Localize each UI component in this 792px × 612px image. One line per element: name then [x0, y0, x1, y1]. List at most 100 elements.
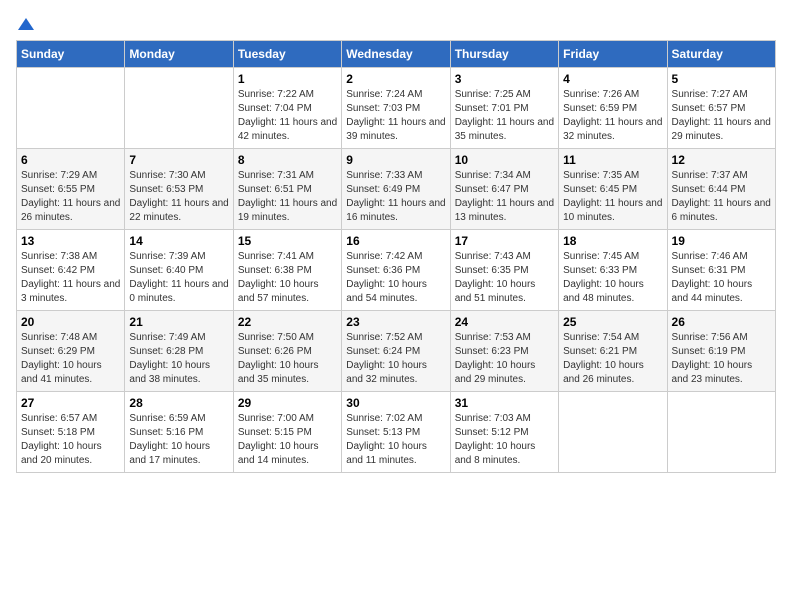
calendar-cell: 26 Sunrise: 7:56 AMSunset: 6:19 PMDayligh…: [667, 311, 775, 392]
week-row-2: 6Sunrise: 7:29 AMSunset: 6:55 PMDaylight…: [17, 149, 776, 230]
calendar-cell: 4 Sunrise: 7:26 AMSunset: 6:59 PMDaylight…: [559, 68, 667, 149]
day-number: 11: [563, 153, 662, 167]
day-number: 2: [346, 72, 445, 86]
calendar-cell: 6Sunrise: 7:29 AMSunset: 6:55 PMDaylight…: [17, 149, 125, 230]
calendar-cell: 15Sunrise: 7:41 AMSunset: 6:38 PMDayligh…: [233, 230, 341, 311]
calendar-cell: 11 Sunrise: 7:35 AMSunset: 6:45 PMDayligh…: [559, 149, 667, 230]
day-info: Sunrise: 7:42 AMSunset: 6:36 PMDaylight:…: [346, 250, 445, 306]
day-info: Sunrise: 7:39 AMSunset: 6:40 PMDaylight:…: [129, 250, 228, 306]
day-info: Sunrise: 7:27 AMSunset: 6:57 PMDaylight:…: [672, 88, 771, 144]
calendar-cell: 19 Sunrise: 7:46 AMSunset: 6:31 PMDayligh…: [667, 230, 775, 311]
calendar-cell: 22 Sunrise: 7:50 AMSunset: 6:26 PMDayligh…: [233, 311, 341, 392]
calendar-cell: 10 Sunrise: 7:34 AMSunset: 6:47 PMDayligh…: [450, 149, 558, 230]
day-number: 20: [21, 315, 120, 329]
day-info: Sunrise: 6:59 AMSunset: 5:16 PMDaylight:…: [129, 412, 228, 468]
day-info: Sunrise: 7:56 AMSunset: 6:19 PMDaylight:…: [672, 331, 771, 387]
day-number: 1: [238, 72, 337, 86]
day-number: 8: [238, 153, 337, 167]
day-number: 9: [346, 153, 445, 167]
day-number: 3: [455, 72, 554, 86]
week-row-1: 1 Sunrise: 7:22 AMSunset: 7:04 PMDaylight…: [17, 68, 776, 149]
day-info: Sunrise: 7:37 AMSunset: 6:44 PMDaylight:…: [672, 169, 771, 225]
day-info: Sunrise: 7:50 AMSunset: 6:26 PMDaylight:…: [238, 331, 337, 387]
day-number: 28: [129, 396, 228, 410]
calendar-cell: 9 Sunrise: 7:33 AMSunset: 6:49 PMDaylight…: [342, 149, 450, 230]
calendar-cell: 7 Sunrise: 7:30 AMSunset: 6:53 PMDaylight…: [125, 149, 233, 230]
calendar-cell: 30Sunrise: 7:02 AMSunset: 5:13 PMDayligh…: [342, 392, 450, 473]
week-row-3: 13 Sunrise: 7:38 AMSunset: 6:42 PMDayligh…: [17, 230, 776, 311]
calendar-cell: 20 Sunrise: 7:48 AMSunset: 6:29 PMDayligh…: [17, 311, 125, 392]
day-number: 4: [563, 72, 662, 86]
calendar-cell: [559, 392, 667, 473]
calendar-cell: 13 Sunrise: 7:38 AMSunset: 6:42 PMDayligh…: [17, 230, 125, 311]
day-info: Sunrise: 7:38 AMSunset: 6:42 PMDaylight:…: [21, 250, 120, 306]
calendar-cell: 16 Sunrise: 7:42 AMSunset: 6:36 PMDayligh…: [342, 230, 450, 311]
day-info: Sunrise: 7:02 AMSunset: 5:13 PMDaylight:…: [346, 412, 445, 468]
day-number: 14: [129, 234, 228, 248]
header-day-thursday: Thursday: [450, 41, 558, 68]
day-info: Sunrise: 7:26 AMSunset: 6:59 PMDaylight:…: [563, 88, 662, 144]
calendar-cell: 28 Sunrise: 6:59 AMSunset: 5:16 PMDayligh…: [125, 392, 233, 473]
day-number: 24: [455, 315, 554, 329]
day-number: 23: [346, 315, 445, 329]
calendar-cell: [17, 68, 125, 149]
day-info: Sunrise: 7:48 AMSunset: 6:29 PMDaylight:…: [21, 331, 120, 387]
calendar-cell: 27 Sunrise: 6:57 AMSunset: 5:18 PMDayligh…: [17, 392, 125, 473]
day-number: 22: [238, 315, 337, 329]
calendar-cell: 8 Sunrise: 7:31 AMSunset: 6:51 PMDaylight…: [233, 149, 341, 230]
day-info: Sunrise: 7:33 AMSunset: 6:49 PMDaylight:…: [346, 169, 445, 225]
day-info: Sunrise: 7:49 AMSunset: 6:28 PMDaylight:…: [129, 331, 228, 387]
day-number: 29: [238, 396, 337, 410]
day-info: Sunrise: 7:34 AMSunset: 6:47 PMDaylight:…: [455, 169, 554, 225]
header-day-sunday: Sunday: [17, 41, 125, 68]
header-day-tuesday: Tuesday: [233, 41, 341, 68]
day-info: Sunrise: 7:43 AMSunset: 6:35 PMDaylight:…: [455, 250, 554, 306]
header-day-friday: Friday: [559, 41, 667, 68]
calendar-cell: 18Sunrise: 7:45 AMSunset: 6:33 PMDayligh…: [559, 230, 667, 311]
calendar-cell: 1 Sunrise: 7:22 AMSunset: 7:04 PMDaylight…: [233, 68, 341, 149]
calendar-cell: 5 Sunrise: 7:27 AMSunset: 6:57 PMDaylight…: [667, 68, 775, 149]
calendar-cell: 24 Sunrise: 7:53 AMSunset: 6:23 PMDayligh…: [450, 311, 558, 392]
day-info: Sunrise: 6:57 AMSunset: 5:18 PMDaylight:…: [21, 412, 120, 468]
day-info: Sunrise: 7:53 AMSunset: 6:23 PMDaylight:…: [455, 331, 554, 387]
day-info: Sunrise: 7:00 AMSunset: 5:15 PMDaylight:…: [238, 412, 337, 468]
day-number: 12: [672, 153, 771, 167]
calendar-cell: 23 Sunrise: 7:52 AMSunset: 6:24 PMDayligh…: [342, 311, 450, 392]
calendar-body: 1 Sunrise: 7:22 AMSunset: 7:04 PMDaylight…: [17, 68, 776, 473]
calendar-table: SundayMondayTuesdayWednesdayThursdayFrid…: [16, 40, 776, 473]
calendar-cell: 21 Sunrise: 7:49 AMSunset: 6:28 PMDayligh…: [125, 311, 233, 392]
calendar-cell: 31 Sunrise: 7:03 AMSunset: 5:12 PMDayligh…: [450, 392, 558, 473]
day-info: Sunrise: 7:35 AMSunset: 6:45 PMDaylight:…: [563, 169, 662, 225]
calendar-cell: 25 Sunrise: 7:54 AMSunset: 6:21 PMDayligh…: [559, 311, 667, 392]
day-number: 16: [346, 234, 445, 248]
day-number: 26: [672, 315, 771, 329]
calendar-cell: [667, 392, 775, 473]
day-number: 5: [672, 72, 771, 86]
day-number: 7: [129, 153, 228, 167]
page-header: [16, 16, 776, 28]
day-info: Sunrise: 7:22 AMSunset: 7:04 PMDaylight:…: [238, 88, 337, 144]
day-number: 27: [21, 396, 120, 410]
day-number: 17: [455, 234, 554, 248]
day-info: Sunrise: 7:03 AMSunset: 5:12 PMDaylight:…: [455, 412, 554, 468]
day-info: Sunrise: 7:24 AMSunset: 7:03 PMDaylight:…: [346, 88, 445, 144]
day-number: 31: [455, 396, 554, 410]
day-number: 10: [455, 153, 554, 167]
day-info: Sunrise: 7:45 AMSunset: 6:33 PMDaylight:…: [563, 250, 662, 306]
day-number: 25: [563, 315, 662, 329]
day-info: Sunrise: 7:54 AMSunset: 6:21 PMDaylight:…: [563, 331, 662, 387]
day-number: 15: [238, 234, 337, 248]
day-info: Sunrise: 7:52 AMSunset: 6:24 PMDaylight:…: [346, 331, 445, 387]
day-number: 6: [21, 153, 120, 167]
calendar-cell: 14 Sunrise: 7:39 AMSunset: 6:40 PMDayligh…: [125, 230, 233, 311]
day-number: 19: [672, 234, 771, 248]
logo: [16, 16, 34, 28]
week-row-5: 27 Sunrise: 6:57 AMSunset: 5:18 PMDayligh…: [17, 392, 776, 473]
day-info: Sunrise: 7:46 AMSunset: 6:31 PMDaylight:…: [672, 250, 771, 306]
calendar-cell: 12 Sunrise: 7:37 AMSunset: 6:44 PMDayligh…: [667, 149, 775, 230]
day-info: Sunrise: 7:31 AMSunset: 6:51 PMDaylight:…: [238, 169, 337, 225]
day-number: 13: [21, 234, 120, 248]
day-info: Sunrise: 7:30 AMSunset: 6:53 PMDaylight:…: [129, 169, 228, 225]
calendar-cell: 2 Sunrise: 7:24 AMSunset: 7:03 PMDaylight…: [342, 68, 450, 149]
day-number: 21: [129, 315, 228, 329]
